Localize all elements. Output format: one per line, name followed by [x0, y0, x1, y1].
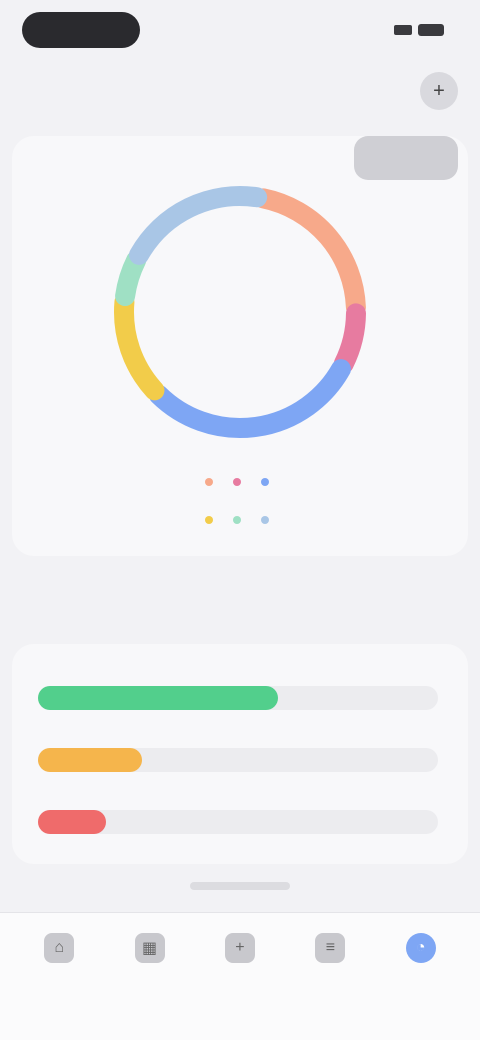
tab-1[interactable]: ▦ — [114, 933, 186, 1003]
list-icon: ≡ — [315, 933, 346, 963]
progress-track — [38, 810, 438, 834]
calendar-icon: ▦ — [134, 933, 165, 963]
legend-item — [233, 478, 247, 486]
status-time-pill — [22, 12, 140, 48]
progress-card — [12, 644, 468, 864]
tab-0[interactable]: ⌂ — [23, 933, 95, 1003]
progress-row[interactable] — [38, 664, 438, 720]
donut-slice-4[interactable] — [115, 250, 147, 307]
progress-label — [42, 726, 242, 744]
legend-dot — [233, 478, 241, 486]
page-title — [24, 76, 152, 108]
legend-dot — [233, 516, 241, 524]
legend-dot — [261, 516, 269, 524]
legend-row — [32, 504, 448, 536]
chart-card-title — [26, 148, 176, 170]
progress-fill — [38, 686, 278, 710]
period-selector-button[interactable] — [354, 136, 458, 180]
chart-card — [12, 136, 468, 556]
tab-4[interactable]: ◔ — [385, 933, 457, 1003]
progress-fill — [38, 748, 142, 772]
tab-bar: ⌂ ▦ + ≡ ◔ — [0, 912, 480, 1040]
donut-slice-3[interactable] — [114, 292, 165, 401]
chart-icon: ◔ — [405, 933, 436, 963]
legend-dot — [205, 478, 213, 486]
signal-icon — [394, 25, 412, 35]
progress-row[interactable] — [38, 788, 438, 844]
plus-icon: + — [433, 79, 445, 102]
progress-label — [42, 788, 242, 806]
home-icon: ⌂ — [44, 933, 75, 963]
legend-item — [261, 478, 275, 486]
progress-track — [38, 748, 438, 772]
progress-row[interactable] — [38, 726, 438, 782]
status-indicators — [388, 22, 444, 38]
home-indicator-area — [0, 868, 480, 908]
home-indicator — [190, 882, 290, 890]
tab-2[interactable]: + — [204, 933, 276, 1003]
legend-item — [233, 516, 247, 524]
legend-item — [205, 478, 219, 486]
legend-row — [32, 466, 448, 498]
add-button[interactable]: + — [420, 72, 458, 110]
status-bar — [0, 0, 480, 60]
donut-slice-5[interactable] — [129, 186, 268, 265]
donut-slice-1[interactable] — [333, 303, 366, 374]
progress-label — [42, 664, 242, 682]
header: + — [0, 66, 480, 118]
legend-item — [261, 516, 275, 524]
progress-fill — [38, 810, 106, 834]
donut-center-value — [190, 292, 290, 332]
legend-dot — [261, 478, 269, 486]
donut-chart — [104, 176, 376, 448]
chart-legend — [32, 466, 448, 538]
donut-slice-2[interactable] — [148, 359, 351, 438]
section-title — [24, 600, 144, 628]
progress-track — [38, 686, 438, 710]
battery-icon — [418, 24, 444, 36]
legend-dot — [205, 516, 213, 524]
donut-slice-0[interactable] — [253, 188, 366, 318]
add-icon: + — [224, 933, 255, 963]
tab-3[interactable]: ≡ — [294, 933, 366, 1003]
legend-item — [205, 516, 219, 524]
